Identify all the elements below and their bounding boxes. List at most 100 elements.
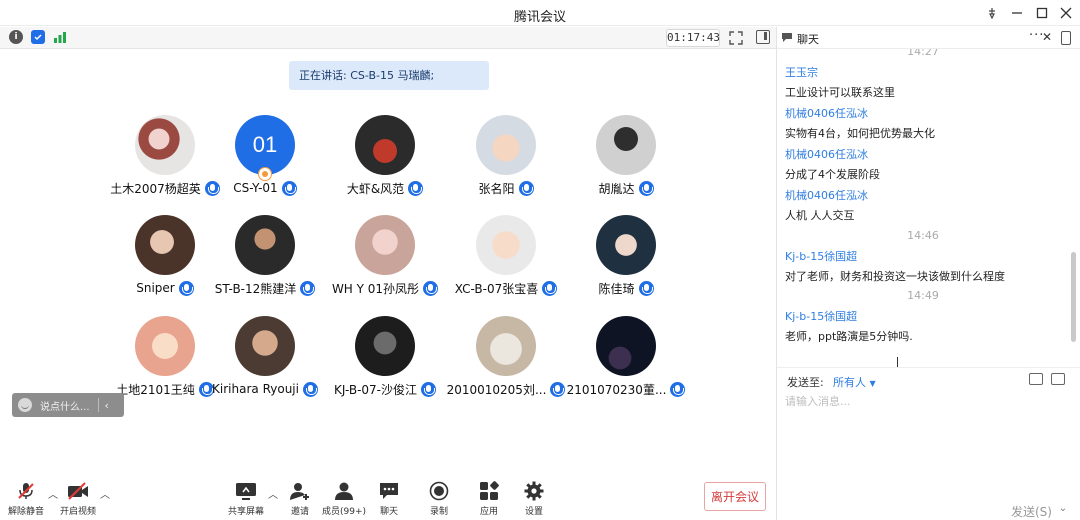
participant-name: 陈佳琦 — [598, 281, 635, 296]
chat-message-text: 人机 人人交互 — [785, 209, 855, 222]
chat-sender[interactable]: 机械0406任泓冰 — [785, 187, 868, 203]
participant-name: 土地2101王纯 — [116, 382, 195, 397]
close-chat-icon[interactable]: ✕ — [1042, 30, 1052, 44]
mic-icon — [281, 180, 297, 196]
unmute-label: 解除静音 — [7, 507, 44, 517]
chat-sender[interactable]: 王玉宗 — [785, 64, 818, 80]
chat-panel: 聊天 ··· ✕ 14:27 王玉宗 工业设计可以联系这里 机械0406任泓冰 实物有4… — [776, 27, 1080, 520]
network-signal-icon[interactable] — [53, 30, 67, 44]
participant-tile[interactable]: 陈佳琦 — [561, 215, 691, 305]
chat-sender[interactable]: Kj-b-15徐国超 — [785, 308, 857, 324]
meeting-infobar: i 01:17:43 — [0, 27, 776, 49]
chat-sender[interactable]: 机械0406任泓冰 — [785, 146, 868, 162]
send-button[interactable]: 发送(S) — [1011, 503, 1052, 520]
avatar — [355, 215, 415, 275]
participant-name: KJ-B-07-沙俊江 — [333, 382, 418, 397]
security-shield-icon[interactable] — [31, 30, 45, 44]
apps-grid-icon — [478, 480, 500, 502]
chat-sender[interactable]: Kj-b-15徐国超 — [785, 248, 857, 264]
avatar — [235, 316, 295, 376]
mic-icon — [638, 180, 654, 196]
popout-chat-icon[interactable] — [1061, 31, 1071, 45]
send-options-chevron-icon[interactable]: ⌄ — [1055, 500, 1071, 516]
record-label: 录制 — [429, 507, 448, 517]
layout-toggle-icon[interactable] — [756, 30, 770, 44]
record-icon — [428, 480, 450, 502]
chat-sender[interactable]: 机械0406任泓冰 — [785, 105, 868, 121]
participant-name: 张名阳 — [478, 181, 515, 196]
share-screen-label: 共享屏幕 — [227, 507, 264, 517]
start-video-button[interactable]: 开启视频 — [48, 480, 108, 518]
chat-timestamp: 14:27 — [907, 49, 939, 58]
start-video-label: 开启视频 — [59, 507, 96, 517]
collapse-chevron-icon[interactable]: ‹ — [105, 399, 109, 412]
maximize-button[interactable] — [1031, 3, 1053, 23]
avatar — [355, 316, 415, 376]
chat-scrollbar[interactable] — [1071, 252, 1076, 342]
avatar — [596, 115, 656, 175]
chat-input[interactable]: 请输入消息... — [785, 393, 851, 409]
participant-tile[interactable]: 2101070230董... — [561, 316, 691, 406]
invite-user-icon — [289, 480, 311, 502]
avatar — [135, 316, 195, 376]
chat-message-text: 分成了4个发展阶段 — [785, 168, 880, 181]
settings-button[interactable]: 设置 — [504, 480, 564, 518]
mic-icon — [670, 381, 686, 397]
file-folder-icon[interactable] — [1029, 373, 1043, 385]
active-speaker-banner: 正在讲话: CS-B-15 马瑞麟; — [289, 61, 489, 90]
chat-message-text: 工业设计可以联系这里 — [785, 86, 895, 99]
fullscreen-icon[interactable] — [729, 30, 743, 45]
avatar — [135, 215, 195, 275]
participant-tile[interactable]: 胡胤达 — [561, 115, 691, 205]
minimize-button[interactable] — [1006, 3, 1028, 23]
chat-label: 聊天 — [379, 507, 398, 517]
avatar — [596, 215, 656, 275]
participant-name: Sniper — [136, 281, 175, 295]
divider — [97, 398, 99, 412]
participant-name-row: 2101070230董... — [551, 380, 701, 398]
info-icon[interactable]: i — [9, 30, 23, 44]
chat-header: 聊天 ··· ✕ — [777, 27, 1080, 49]
screenshot-icon[interactable] — [1051, 373, 1065, 385]
emoji-icon[interactable] — [18, 398, 32, 412]
meeting-timer: 01:17:43 — [666, 29, 720, 47]
send-to-label: 发送至: — [787, 376, 824, 389]
avatar — [235, 215, 295, 275]
avatar — [476, 215, 536, 275]
apps-label: 应用 — [479, 507, 498, 517]
chat-message-list[interactable]: 14:27 王玉宗 工业设计可以联系这里 机械0406任泓冰 实物有4台，如何把优势最大… — [777, 49, 1069, 369]
window-titlebar: 腾讯会议 — [0, 0, 1080, 26]
video-options-caret-icon[interactable]: ︿ — [100, 486, 110, 501]
chat-timestamp: 14:46 — [907, 229, 939, 242]
pin-window-icon[interactable] — [981, 3, 1003, 23]
leave-meeting-button[interactable]: 离开会议 — [704, 482, 766, 511]
quick-chat-input[interactable]: 说点什么... ‹ — [12, 393, 124, 417]
close-button[interactable] — [1055, 3, 1077, 23]
avatar — [355, 115, 415, 175]
participant-name: ST-B-12熊建洋 — [214, 281, 297, 296]
share-screen-icon — [235, 480, 257, 502]
settings-label: 设置 — [524, 507, 543, 517]
participant-name: 胡胤达 — [598, 181, 635, 196]
invite-label: 邀请 — [290, 507, 309, 517]
chat-composer: 发送至: 所有人 ▼ 请输入消息... 发送(S) ⌄ — [777, 367, 1080, 520]
avatar: 01 — [235, 115, 295, 175]
send-to-value: 所有人 — [833, 376, 866, 389]
participant-name: 2101070230董... — [566, 382, 667, 397]
send-to-dropdown[interactable]: 所有人 ▼ — [833, 374, 876, 390]
members-icon — [333, 480, 355, 502]
chat-timestamp: 14:49 — [907, 289, 939, 302]
participant-name: 大虾&风范 — [346, 181, 405, 196]
quick-chat-placeholder: 说点什么... — [40, 401, 90, 413]
participant-name: WH Y 01孙凤彤 — [331, 281, 420, 296]
camera-off-icon — [67, 480, 89, 502]
avatar — [476, 316, 536, 376]
avatar — [476, 115, 536, 175]
participant-name-row: 胡胤达 — [551, 179, 701, 197]
mic-icon — [408, 180, 424, 196]
mic-icon — [638, 280, 654, 296]
share-screen-button[interactable]: 共享屏幕 — [216, 480, 276, 518]
mic-muted-icon — [15, 480, 37, 502]
participant-name: XC-B-07张宝喜 — [454, 281, 539, 296]
participant-name: Kirihara Ryouji — [212, 382, 299, 396]
